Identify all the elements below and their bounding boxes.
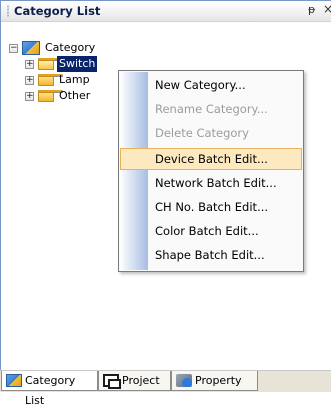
tree-node-label: Other <box>59 89 91 102</box>
expand-icon[interactable]: + <box>25 92 34 101</box>
menu-item-shape-batch-edit[interactable]: Shape Batch Edit... <box>120 244 302 266</box>
tab-label: Category List <box>25 374 76 407</box>
category-list-icon <box>6 374 22 387</box>
folder-open-icon <box>38 58 63 70</box>
menu-item-network-batch-edit[interactable]: Network Batch Edit... <box>120 172 302 194</box>
close-icon[interactable]: × <box>323 2 331 16</box>
folder-icon <box>38 74 63 86</box>
drag-grip-icon[interactable] <box>7 5 9 17</box>
collapse-icon[interactable]: − <box>9 44 18 53</box>
menu-item-ch-no-batch-edit[interactable]: CH No. Batch Edit... <box>120 196 302 218</box>
panel-title: Category List <box>14 4 101 18</box>
tab-project[interactable]: Project <box>98 371 171 391</box>
property-icon <box>176 374 192 387</box>
tree-node-label: Switch <box>57 56 98 72</box>
panel-titlebar: Category List ᵽ × <box>1 1 331 22</box>
expand-icon[interactable]: + <box>25 60 34 69</box>
tab-label: Project <box>122 374 160 387</box>
context-menu: New Category... Rename Category... Delet… <box>118 70 304 272</box>
menu-item-color-batch-edit[interactable]: Color Batch Edit... <box>120 220 302 242</box>
category-root-icon <box>22 41 40 55</box>
bottom-tab-bar: Category List Project Property <box>0 370 331 413</box>
folder-icon <box>38 90 63 102</box>
tree-node-label: Lamp <box>59 73 90 86</box>
menu-item-delete-category[interactable]: Delete Category <box>120 122 302 144</box>
tree-node-label: Category <box>45 41 96 54</box>
project-icon <box>103 374 121 389</box>
tab-category-list[interactable]: Category List <box>1 371 98 407</box>
menu-item-rename-category[interactable]: Rename Category... <box>120 98 302 120</box>
menu-item-device-batch-edit[interactable]: Device Batch Edit... <box>120 148 302 170</box>
pin-icon[interactable]: ᵽ <box>308 3 315 16</box>
menu-item-new-category[interactable]: New Category... <box>120 74 302 96</box>
expand-icon[interactable]: + <box>25 76 34 85</box>
tree-node-category[interactable]: − Category <box>0 40 200 56</box>
tab-label: Property <box>195 374 242 387</box>
tab-property[interactable]: Property <box>171 371 258 391</box>
